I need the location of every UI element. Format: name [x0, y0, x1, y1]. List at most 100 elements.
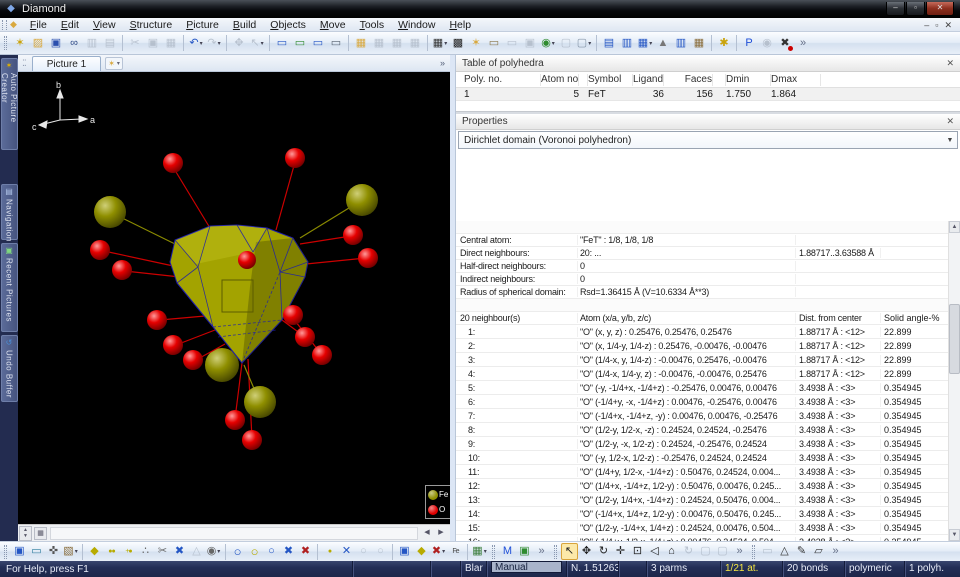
sidebar-tab-recent-pictures[interactable]: ▣Recent Pictures — [1, 243, 18, 332]
neighbour-row-4[interactable]: 4:"O" (1/4-x, 1/4-y, z) : -0.00476, -0.0… — [456, 367, 948, 381]
menu-objects[interactable]: Objects — [263, 18, 313, 32]
break-bonds-icon[interactable]: ✂ — [154, 543, 171, 560]
frame-spinner[interactable]: ▲▼ — [19, 526, 32, 541]
mdi-close-icon[interactable]: ✕ — [944, 19, 952, 31]
tab-overflow-icon[interactable]: » — [440, 58, 445, 68]
undo-icon[interactable]: ↶▾ — [187, 34, 205, 52]
property-row-3[interactable]: Indirect neighbours:0 — [456, 273, 948, 286]
menu-tools[interactable]: Tools — [353, 18, 392, 32]
panel-list-icon[interactable]: ▥ — [618, 34, 636, 52]
grid-table-icon[interactable]: ▦▾ — [431, 34, 449, 52]
panel-properties-icon[interactable]: ▤ — [600, 34, 618, 52]
mdi-restore-icon[interactable]: ▫ — [935, 19, 938, 31]
picture-tools-icon[interactable]: ✜ — [45, 543, 62, 560]
properties-table[interactable]: Central atom:"FeT" : 1/8, 1/8, 1/8Direct… — [456, 221, 948, 541]
scroll-track[interactable] — [50, 527, 418, 540]
save-icon[interactable]: ▣ — [47, 34, 65, 52]
preferences-tools-icon[interactable]: ✖ — [776, 34, 794, 52]
add-atoms-icon[interactable]: ●● — [103, 543, 120, 560]
connect-atoms-icon[interactable]: ∴ — [137, 543, 154, 560]
atom-design-icon[interactable]: Fe — [447, 543, 464, 560]
property-row-4[interactable]: Radius of spherical domain:Rsd=1.36415 Å… — [456, 286, 948, 299]
chart-distance-icon[interactable]: ▲ — [654, 34, 672, 52]
neighbour-row-15[interactable]: 15:"O" (1/2-y, -1/4+x, 1/4+z) : 0.24524,… — [456, 521, 948, 535]
picture-dark-icon[interactable]: ▩ — [449, 34, 467, 52]
picture-blank-icon[interactable]: ▭ — [327, 34, 345, 52]
close-button[interactable]: ✕ — [926, 2, 954, 16]
destroy-net-icon[interactable]: ✖ — [171, 543, 188, 560]
sidebar-tab-navigation[interactable]: ▤Navigation — [1, 184, 18, 240]
neighbour-row-9[interactable]: 9:"O" (1/2-y, -x, 1/2-z) : 0.24524, -0.2… — [456, 437, 948, 451]
neighbour-row-5[interactable]: 5:"O" (-y, -1/4+x, -1/4+z) : -0.25476, 0… — [456, 381, 948, 395]
redo-dropdown-icon[interactable]: ▾ — [218, 40, 221, 47]
new-picture-button[interactable]: ✶ ▾ — [105, 57, 123, 70]
representation-icon[interactable]: ▭ — [28, 543, 45, 560]
coordination-polyhedron-icon[interactable]: ○ — [246, 543, 263, 560]
viewing-options-dropdown-icon[interactable]: ▾ — [75, 548, 78, 555]
fill-cell-icon[interactable]: ◆ — [413, 543, 430, 560]
viewing-options-icon[interactable]: ▧▾ — [62, 543, 79, 560]
property-row-2[interactable]: Half-direct neighbours:0 — [456, 260, 948, 273]
mdi-minimize-icon[interactable]: – — [924, 19, 929, 31]
neighbour-row-3[interactable]: 3:"O" (1/4-x, y, 1/4-z) : -0.00476, 0.25… — [456, 353, 948, 367]
fill-coordination-icon[interactable]: ◉▾ — [205, 543, 222, 560]
neighbour-row-6[interactable]: 6:"O" (-1/4+y, -x, -1/4+z) : 0.00476, -0… — [456, 395, 948, 409]
open-folder-icon[interactable]: ▨ — [29, 34, 47, 52]
menu-structure[interactable]: Structure — [123, 18, 180, 32]
powder-pattern-icon[interactable]: P — [740, 34, 758, 52]
destroy-cell-icon[interactable]: ✖▾ — [430, 543, 447, 560]
picture-structure-icon[interactable]: ▭ — [291, 34, 309, 52]
update-web-dropdown-icon[interactable]: ▾ — [552, 40, 555, 47]
toolbar-grip[interactable] — [554, 545, 557, 559]
picture-new-icon[interactable]: ✶ — [467, 34, 485, 52]
properties-blank-row[interactable] — [456, 299, 948, 312]
neighbour-row-11[interactable]: 11:"O" (1/4+y, 1/2-x, -1/4+z) : 0.50476,… — [456, 465, 948, 479]
properties-selector[interactable]: Dirichlet domain (Voronoi polyhedron) ▼ — [458, 131, 958, 149]
polyhedra-panel-header[interactable]: Table of polyhedra ✕ — [456, 55, 960, 72]
panel-table-dropdown-icon[interactable]: ▾ — [649, 40, 652, 47]
properties-close-icon[interactable]: ✕ — [946, 116, 954, 127]
property-row-0[interactable]: Central atom:"FeT" : 1/8, 1/8, 1/8 — [456, 234, 948, 247]
grid-view-button[interactable]: ▦ — [34, 527, 47, 540]
neighbour-row-8[interactable]: 8:"O" (1/2-y, 1/2-x, -z) : 0.24524, 0.24… — [456, 423, 948, 437]
menu-build[interactable]: Build — [226, 18, 263, 32]
new-document-icon[interactable]: ✶ — [11, 34, 29, 52]
measure-torsions-icon[interactable]: ✎ — [793, 543, 810, 560]
toolbar-overflow-3-icon[interactable]: » — [827, 543, 844, 560]
neighbour-row-2[interactable]: 2:"O" (x, 1/4-y, 1/4-z) : 0.25476, -0.00… — [456, 339, 948, 353]
menu-window[interactable]: Window — [391, 18, 442, 32]
property-row-1[interactable]: Direct neighbours:20: ...1.88717..3.6358… — [456, 247, 948, 260]
toolbar-grip[interactable] — [4, 545, 7, 559]
properties-blank-row[interactable] — [456, 221, 948, 234]
polyhedra-close-icon[interactable]: ✕ — [946, 58, 954, 69]
build-net-xx-icon[interactable]: ✖ — [280, 543, 297, 560]
sidebar-tab-undo-buffer[interactable]: ↺Undo Buffer — [1, 335, 18, 402]
select-pointer-dropdown-icon[interactable]: ▾ — [261, 40, 264, 47]
properties-scrollbar[interactable]: ▲ ▼ — [948, 221, 960, 541]
neighbour-row-7[interactable]: 7:"O" (-1/4+x, -1/4+z, -y) : 0.00476, 0.… — [456, 409, 948, 423]
comment-add-dropdown-icon[interactable]: ▾ — [588, 40, 591, 47]
scrollbar-thumb[interactable] — [949, 304, 960, 374]
neighbour-row-10[interactable]: 10:"O" (-y, 1/2-x, 1/2-z) : -0.25476, 0.… — [456, 451, 948, 465]
menu-move[interactable]: Move — [313, 18, 353, 32]
scroll-up-icon[interactable]: ▲ — [949, 221, 960, 233]
menu-help[interactable]: Help — [442, 18, 478, 32]
toolbar-overflow-1-icon[interactable]: » — [533, 543, 550, 560]
coordination-sphere-icon[interactable]: ○ — [229, 543, 246, 560]
shift-tool-icon[interactable]: ✛ — [612, 543, 629, 560]
destroy-xx-icon[interactable]: ✖ — [297, 543, 314, 560]
measure-mode-icon[interactable]: M — [499, 543, 516, 560]
scroll-right-icon[interactable]: ▶ — [434, 527, 448, 540]
menu-file[interactable]: File — [23, 18, 54, 32]
toolbar-overflow-2-icon[interactable]: » — [731, 543, 748, 560]
minimize-button[interactable]: – — [886, 2, 905, 16]
grid-table-dropdown-icon[interactable]: ▾ — [444, 40, 447, 47]
measure-angles-icon[interactable]: △ — [776, 543, 793, 560]
pointer-tool-icon[interactable]: ↖ — [561, 543, 578, 560]
chart-histogram-icon[interactable]: ▥ — [672, 34, 690, 52]
measure-planes-icon[interactable]: ▱ — [810, 543, 827, 560]
scroll-down-icon[interactable]: ▼ — [949, 529, 960, 541]
rotate-tool-icon[interactable]: ↻ — [595, 543, 612, 560]
build-ring-icon[interactable]: ○ — [263, 543, 280, 560]
comment-add-icon[interactable]: ▢▾ — [575, 34, 593, 52]
